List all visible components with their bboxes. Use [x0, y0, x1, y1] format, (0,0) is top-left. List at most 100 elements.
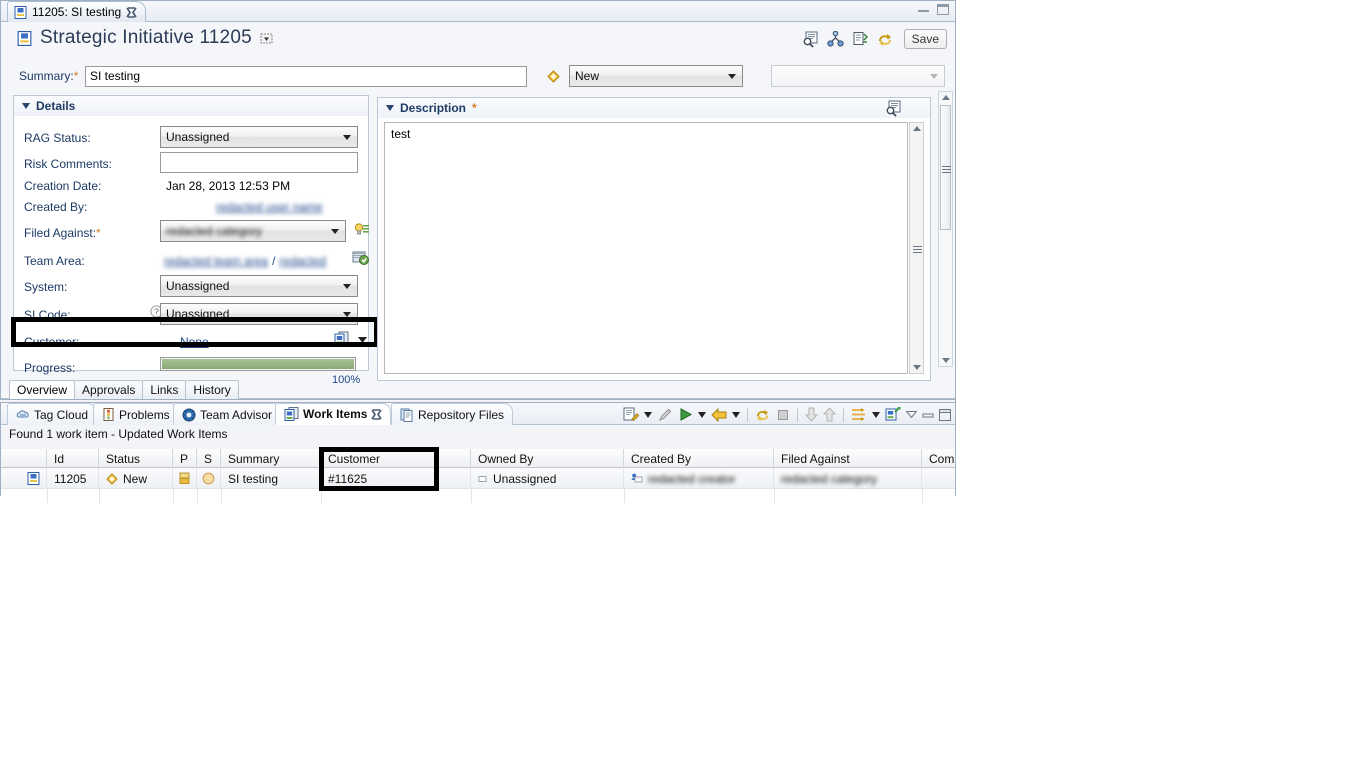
view-tab-work-items[interactable]: Work Items: [275, 403, 392, 425]
new-work-item-icon[interactable]: [885, 406, 901, 422]
twisty-down-icon[interactable]: [22, 103, 30, 109]
back-menu-icon[interactable]: [732, 411, 740, 418]
new-query-icon[interactable]: [623, 407, 640, 423]
row-cell-customer: #11625: [321, 468, 471, 489]
created-by-value[interactable]: redacted user name: [216, 200, 323, 214]
next-icon[interactable]: [804, 407, 819, 422]
group-menu-icon[interactable]: [872, 411, 880, 418]
editor-tab-11205[interactable]: 11205: SI testing: [7, 1, 147, 22]
table-row[interactable]: 11205 New SI testing #11625 Unassigned r…: [1, 468, 955, 489]
refresh-icon[interactable]: [755, 407, 771, 423]
toolbar-separator: [843, 407, 844, 422]
table-header-com[interactable]: Com: [922, 449, 957, 468]
view-menu-icon[interactable]: [905, 411, 918, 419]
customer-picker-icon[interactable]: [334, 331, 351, 347]
minimize-button[interactable]: [918, 8, 929, 12]
scroll-up-icon[interactable]: [941, 95, 950, 100]
row-cell-severity: [197, 468, 221, 489]
summary-label: Summary:: [19, 69, 74, 83]
view-tab-label: Work Items: [303, 407, 368, 421]
filed-against-value: redacted category: [166, 224, 263, 238]
open-editor-icon[interactable]: [885, 100, 902, 117]
scroll-up-icon[interactable]: [912, 126, 921, 131]
form-tab-label: Links: [150, 383, 179, 397]
table-header-created-by[interactable]: Created By: [624, 449, 774, 468]
scroll-down-icon[interactable]: [941, 358, 950, 363]
editor-scrollbar[interactable]: [938, 91, 953, 367]
work-item-icon: [27, 472, 40, 485]
view-tab-repository-files[interactable]: Repository Files: [391, 403, 514, 425]
si-code-combo[interactable]: Unassigned: [160, 303, 358, 325]
previous-icon[interactable]: [822, 407, 837, 422]
description-panel-header[interactable]: Description *: [378, 98, 930, 118]
maximize-view-icon[interactable]: [939, 408, 951, 421]
customer-value-link[interactable]: None: [180, 335, 209, 349]
team-area-icon[interactable]: [352, 250, 370, 266]
rag-status-combo[interactable]: Unassigned: [160, 126, 358, 148]
view-toolbar: [623, 405, 951, 424]
created-by-label: Created By:: [24, 200, 88, 214]
team-area-value[interactable]: redacted team area: [164, 254, 268, 268]
table-header-owned-by[interactable]: Owned By: [471, 449, 624, 468]
run-icon[interactable]: [678, 407, 693, 422]
history-icon[interactable]: [852, 31, 869, 48]
form-tab-overview[interactable]: Overview: [9, 380, 76, 399]
edit-icon[interactable]: [657, 407, 673, 423]
dropdown-menu-icon[interactable]: [260, 32, 273, 45]
table-header-filed-against[interactable]: Filed Against: [774, 449, 922, 468]
minimize-view-icon[interactable]: [922, 411, 934, 419]
filed-against-combo[interactable]: redacted category: [160, 220, 346, 242]
table-header-status[interactable]: Status: [99, 449, 173, 468]
system-combo[interactable]: Unassigned: [160, 275, 358, 297]
scroll-down-icon[interactable]: [912, 365, 921, 370]
refresh-icon[interactable]: [877, 31, 894, 48]
user-icon: [631, 473, 643, 484]
twisty-down-icon[interactable]: [386, 105, 394, 111]
group-icon[interactable]: [851, 407, 867, 422]
scroll-grip-icon: [941, 164, 951, 175]
pick-value-icon[interactable]: [354, 222, 370, 238]
state-combo[interactable]: New: [569, 65, 743, 87]
table-header-customer[interactable]: Customer: [321, 449, 471, 468]
description-textarea[interactable]: test: [384, 122, 908, 374]
row-cell-id: 11205: [47, 468, 99, 489]
chevron-down-icon: [343, 312, 351, 317]
maximize-button[interactable]: [937, 4, 949, 15]
back-icon[interactable]: [711, 407, 727, 422]
action-combo[interactable]: [771, 65, 945, 87]
view-tab-bar: Tag Cloud Problems Team Advisor Work Ite…: [1, 403, 955, 425]
description-header-label: Description: [400, 101, 467, 115]
progress-bar: [160, 357, 356, 371]
rtc-workbench: 11205: SI testing Strategic Initiative 1…: [0, 0, 957, 503]
chevron-down-icon[interactable]: [358, 337, 367, 343]
risk-comments-input[interactable]: [160, 152, 358, 173]
table-header-s[interactable]: S: [197, 449, 221, 468]
stop-icon[interactable]: [776, 408, 790, 422]
save-button[interactable]: Save: [903, 29, 947, 49]
details-panel-header[interactable]: Details: [14, 96, 368, 116]
view-tab-team-advisor[interactable]: Team Advisor: [173, 403, 282, 425]
table-header-p[interactable]: P: [173, 449, 197, 468]
close-icon[interactable]: [371, 408, 383, 420]
row-status-label: New: [123, 471, 148, 486]
row-type-cell: [1, 468, 47, 489]
new-query-menu-icon[interactable]: [644, 411, 652, 418]
form-tab-approvals[interactable]: Approvals: [74, 380, 144, 399]
table-header-id[interactable]: Id: [47, 449, 99, 468]
description-scrollbar[interactable]: [909, 122, 924, 374]
form-tab-history[interactable]: History: [185, 380, 239, 399]
scrollbar-thumb[interactable]: [940, 105, 951, 230]
form-tab-links[interactable]: Links: [142, 380, 187, 399]
team-area-value-2[interactable]: redacted: [279, 254, 326, 268]
close-icon[interactable]: [126, 6, 137, 18]
run-menu-icon[interactable]: [698, 411, 706, 418]
summary-input[interactable]: SI testing: [85, 65, 527, 87]
view-tab-tag-cloud[interactable]: Tag Cloud: [7, 403, 98, 425]
row-cell-filed-against: redacted category: [774, 468, 922, 489]
severity-normal-icon: [202, 472, 215, 485]
row-created-by-label: redacted creator: [648, 471, 736, 486]
open-in-browser-icon[interactable]: [802, 31, 819, 48]
table-header-summary[interactable]: Summary: [221, 449, 321, 468]
view-tab-problems[interactable]: Problems: [93, 403, 179, 425]
show-links-icon[interactable]: [827, 30, 844, 48]
